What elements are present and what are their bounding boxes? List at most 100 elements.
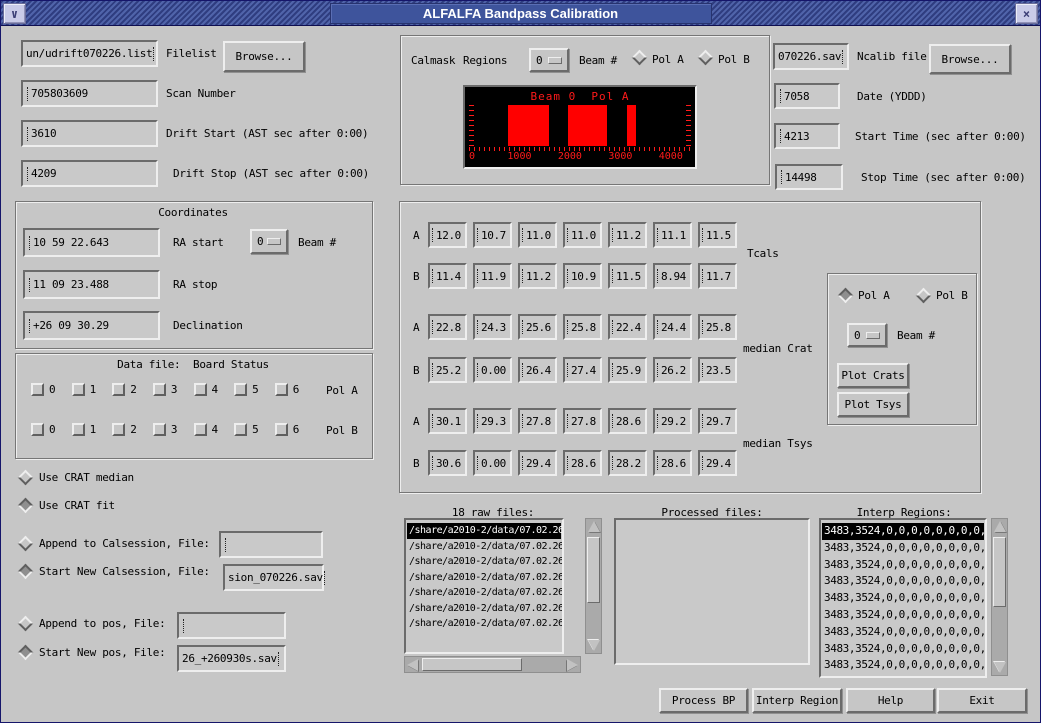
cal-value-field[interactable]: 28.6 (653, 450, 692, 476)
scroll-up-icon[interactable] (994, 521, 1006, 532)
filelist-browse-button[interactable]: Browse... (223, 41, 305, 72)
interp-regions-list[interactable]: 3483,3524,0,0,0,0,0,0,0,0,3483,3524,0,0,… (819, 518, 987, 678)
cal-value-field[interactable]: 28.6 (608, 408, 647, 434)
title-bar[interactable]: ∨ ALFALFA Bandpass Calibration × (1, 1, 1040, 26)
date-field[interactable]: 7058 (774, 83, 840, 109)
help-button[interactable]: Help (846, 688, 935, 713)
start-new-calsession-file-field[interactable]: sion_070226.sav (223, 564, 324, 591)
process-bp-button[interactable]: Process BP (659, 688, 748, 713)
cal-value-field[interactable]: 28.6 (563, 450, 602, 476)
cal-value-field[interactable]: 11.4 (428, 263, 467, 289)
cal-value-field[interactable]: 30.6 (428, 450, 467, 476)
start-time-field[interactable]: 4213 (774, 123, 840, 149)
board-checkbox-item[interactable]: 1 (72, 423, 97, 436)
cal-value-field[interactable]: 26.2 (653, 357, 692, 383)
list-item[interactable]: /share/a2010-2/data/07.02.26 (407, 585, 561, 601)
checkbox[interactable] (275, 383, 288, 396)
cal-value-field[interactable]: 11.5 (698, 222, 737, 248)
ra-start-field[interactable]: 10 59 22.643 (23, 228, 160, 257)
append-calsession-file-field[interactable] (219, 531, 323, 558)
board-checkbox-item[interactable]: 4 (194, 423, 219, 436)
append-pos-file-field[interactable] (177, 612, 286, 639)
cal-value-field[interactable]: 29.3 (473, 408, 512, 434)
cal-value-field[interactable]: 0.00 (473, 357, 512, 383)
list-item[interactable]: 3483,3524,0,0,0,0,0,0,0,0, (822, 557, 984, 574)
scan-number-field[interactable]: 705803609 (21, 80, 158, 107)
plot-tsys-button[interactable]: Plot Tsys (837, 392, 909, 417)
interp-regions-vscrollbar[interactable] (991, 518, 1008, 676)
plot-pol-b-label[interactable]: Pol B (936, 289, 968, 302)
list-item[interactable]: /share/a2010-2/data/07.02.26 (407, 539, 561, 555)
cal-value-field[interactable]: 24.3 (473, 314, 512, 340)
cal-value-field[interactable]: 23.5 (698, 357, 737, 383)
board-checkbox-item[interactable]: 3 (153, 383, 178, 396)
processed-files-list[interactable] (614, 518, 810, 665)
use-crat-fit-radio[interactable] (18, 498, 34, 514)
ra-stop-field[interactable]: 11 09 23.488 (23, 270, 160, 299)
cal-value-field[interactable]: 25.2 (428, 357, 467, 383)
board-checkbox-item[interactable]: 0 (31, 383, 56, 396)
plot-beam-dropdown[interactable]: 0 (847, 323, 887, 347)
checkbox[interactable] (31, 423, 44, 436)
cal-value-field[interactable]: 29.4 (518, 450, 557, 476)
checkbox[interactable] (72, 423, 85, 436)
board-checkbox-item[interactable]: 4 (194, 383, 219, 396)
calmask-beam-dropdown[interactable]: 0 (529, 48, 569, 72)
checkbox[interactable] (234, 423, 247, 436)
checkbox[interactable] (112, 383, 125, 396)
cal-value-field[interactable]: 27.8 (563, 408, 602, 434)
list-item[interactable]: 3483,3524,0,0,0,0,0,0,0,0, (822, 641, 984, 658)
board-checkbox-item[interactable]: 6 (275, 383, 300, 396)
use-crat-fit-label[interactable]: Use CRAT fit (39, 499, 115, 512)
window-menu-button[interactable]: ∨ (3, 3, 26, 24)
append-calsession-label[interactable]: Append to Calsession, File: (39, 537, 210, 550)
checkbox[interactable] (112, 423, 125, 436)
append-pos-radio[interactable] (18, 616, 34, 632)
checkbox[interactable] (31, 383, 44, 396)
cal-value-field[interactable]: 29.7 (698, 408, 737, 434)
calmask-pol-b-label[interactable]: Pol B (718, 53, 750, 66)
use-crat-median-radio[interactable] (18, 470, 34, 486)
scroll-up-icon[interactable] (588, 521, 600, 532)
list-item[interactable]: /share/a2010-2/data/07.02.26 (407, 570, 561, 586)
checkbox[interactable] (72, 383, 85, 396)
cal-value-field[interactable]: 25.9 (608, 357, 647, 383)
list-item[interactable]: /share/a2010-2/data/07.02.26 (407, 523, 561, 539)
plot-crats-button[interactable]: Plot Crats (837, 363, 909, 388)
scroll-down-icon[interactable] (994, 662, 1006, 673)
list-item[interactable]: 3483,3524,0,0,0,0,0,0,0,0, (822, 657, 984, 674)
list-item[interactable]: 3483,3524,0,0,0,0,0,0,0,0, (822, 590, 984, 607)
cal-value-field[interactable]: 11.5 (608, 263, 647, 289)
checkbox[interactable] (153, 383, 166, 396)
raw-files-vscrollbar[interactable] (585, 518, 602, 654)
cal-value-field[interactable]: 29.4 (698, 450, 737, 476)
board-checkbox-item[interactable]: 2 (112, 423, 137, 436)
cal-value-field[interactable]: 11.1 (653, 222, 692, 248)
checkbox[interactable] (194, 423, 207, 436)
board-checkbox-item[interactable]: 1 (72, 383, 97, 396)
cal-value-field[interactable]: 10.7 (473, 222, 512, 248)
window-close-button[interactable]: × (1015, 3, 1038, 24)
start-new-calsession-radio[interactable] (18, 564, 34, 580)
scroll-left-icon[interactable] (407, 659, 418, 671)
cal-value-field[interactable]: 28.2 (608, 450, 647, 476)
board-checkbox-item[interactable]: 5 (234, 423, 259, 436)
cal-value-field[interactable]: 30.1 (428, 408, 467, 434)
board-checkbox-item[interactable]: 5 (234, 383, 259, 396)
start-new-pos-file-field[interactable]: 26_+260930s.sav (177, 645, 286, 672)
use-crat-median-label[interactable]: Use CRAT median (39, 471, 134, 484)
list-item[interactable]: 3483,3524,0,0,0,0,0,0,0,0, (822, 523, 984, 540)
board-checkbox-item[interactable]: 0 (31, 423, 56, 436)
start-new-pos-radio[interactable] (18, 645, 34, 661)
cal-value-field[interactable]: 10.9 (563, 263, 602, 289)
list-item[interactable]: /share/a2010-2/data/07.02.26 (407, 554, 561, 570)
calmask-pol-a-label[interactable]: Pol A (652, 53, 684, 66)
list-item[interactable]: /share/a2010-2/data/07.02.26 (407, 601, 561, 617)
cal-value-field[interactable]: 11.0 (563, 222, 602, 248)
cal-value-field[interactable]: 0.00 (473, 450, 512, 476)
exit-button[interactable]: Exit (937, 688, 1027, 713)
cal-value-field[interactable]: 27.4 (563, 357, 602, 383)
checkbox[interactable] (275, 423, 288, 436)
drift-start-field[interactable]: 3610 (21, 120, 158, 147)
scrollbar-thumb[interactable] (422, 658, 522, 671)
